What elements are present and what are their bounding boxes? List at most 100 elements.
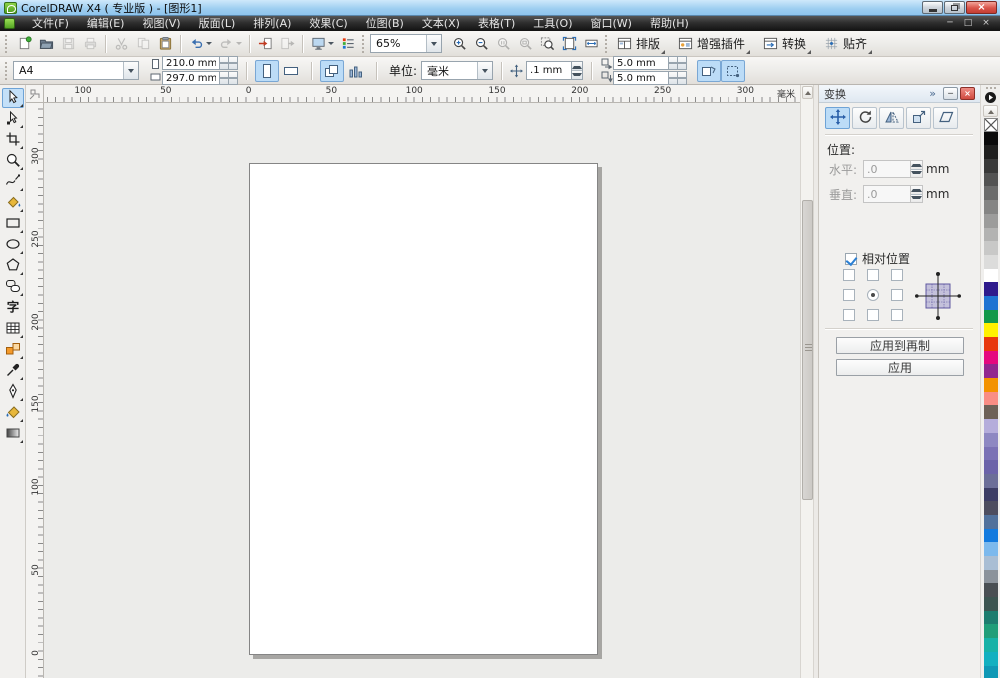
color-swatch[interactable] bbox=[984, 515, 998, 529]
color-swatch[interactable] bbox=[984, 666, 998, 678]
scale-mirror-transform-button[interactable] bbox=[879, 107, 904, 129]
polygon-tool[interactable] bbox=[2, 256, 24, 276]
nudge-offset-input[interactable] bbox=[526, 61, 572, 80]
crop-tool[interactable] bbox=[2, 130, 24, 150]
no-color-swatch[interactable] bbox=[984, 118, 998, 132]
pick-tool[interactable] bbox=[2, 88, 24, 108]
menu-item-0[interactable]: 文件(F) bbox=[23, 16, 78, 31]
table-tool[interactable] bbox=[2, 319, 24, 339]
zoom-selected-button[interactable] bbox=[536, 33, 558, 55]
welcome-screen-button[interactable] bbox=[337, 33, 359, 55]
vertical-ruler[interactable]: 300250200150100500 bbox=[26, 103, 44, 678]
color-swatch[interactable] bbox=[984, 228, 998, 242]
convert-button[interactable]: 转换 bbox=[759, 33, 812, 55]
app-launcher-dropdown-arrow[interactable] bbox=[328, 42, 334, 48]
position-transform-button[interactable] bbox=[825, 107, 850, 129]
snap-to-objects-button[interactable] bbox=[721, 60, 745, 82]
menu-item-9[interactable]: 工具(O) bbox=[524, 16, 581, 31]
menu-item-8[interactable]: 表格(T) bbox=[469, 16, 524, 31]
anchor-checkbox-1[interactable] bbox=[867, 269, 879, 281]
open-button[interactable] bbox=[35, 33, 57, 55]
color-swatch[interactable] bbox=[984, 351, 998, 365]
zoom-level-combo[interactable]: 65% bbox=[370, 34, 442, 53]
zoom-level-dropdown-button[interactable] bbox=[426, 35, 441, 52]
color-swatch[interactable] bbox=[984, 460, 998, 474]
paste-button[interactable] bbox=[154, 33, 176, 55]
horizontal-input[interactable] bbox=[863, 160, 911, 178]
color-swatch[interactable] bbox=[984, 488, 998, 502]
smart-fill-tool[interactable] bbox=[2, 193, 24, 213]
minimize-button[interactable] bbox=[922, 1, 943, 14]
docker-minimize-button[interactable]: ─ bbox=[943, 87, 958, 100]
color-swatch[interactable] bbox=[984, 556, 998, 570]
restore-button[interactable] bbox=[944, 1, 965, 14]
color-swatch[interactable] bbox=[984, 173, 998, 187]
rotate-transform-button[interactable] bbox=[852, 107, 877, 129]
color-swatch[interactable] bbox=[984, 145, 998, 159]
docker-collapse-chevron[interactable]: » bbox=[929, 87, 936, 100]
anchor-checkbox-3[interactable] bbox=[843, 289, 855, 301]
color-swatch[interactable] bbox=[984, 159, 998, 173]
blend-tool[interactable] bbox=[2, 340, 24, 360]
color-swatch[interactable] bbox=[984, 282, 998, 296]
color-swatch[interactable] bbox=[984, 447, 998, 461]
new-button[interactable] bbox=[13, 33, 35, 55]
color-swatch[interactable] bbox=[984, 296, 998, 310]
anchor-checkbox-7[interactable] bbox=[867, 309, 879, 321]
anchor-center-radio[interactable] bbox=[867, 289, 879, 301]
doc-minimize-button[interactable]: ─ bbox=[944, 17, 956, 30]
app-launcher-button[interactable] bbox=[307, 33, 337, 55]
zoom-out-button[interactable] bbox=[470, 33, 492, 55]
toolbar-grip[interactable] bbox=[362, 35, 367, 53]
anchor-checkbox-6[interactable] bbox=[843, 309, 855, 321]
paper-height-input[interactable] bbox=[162, 71, 220, 85]
color-swatch[interactable] bbox=[984, 200, 998, 214]
docker-close-button[interactable]: × bbox=[960, 87, 975, 100]
color-swatch[interactable] bbox=[984, 570, 998, 584]
anchor-checkbox-5[interactable] bbox=[891, 289, 903, 301]
undo-dropdown-arrow[interactable] bbox=[206, 42, 212, 48]
anchor-checkbox-8[interactable] bbox=[891, 309, 903, 321]
color-swatch[interactable] bbox=[984, 214, 998, 228]
duplicate-y-spinner[interactable] bbox=[669, 71, 687, 85]
color-swatch[interactable] bbox=[984, 529, 998, 543]
size-transform-button[interactable] bbox=[906, 107, 931, 129]
duplicate-x-spinner[interactable] bbox=[669, 56, 687, 70]
color-swatch[interactable] bbox=[984, 652, 998, 666]
landscape-button[interactable] bbox=[279, 60, 303, 82]
rectangle-tool[interactable] bbox=[2, 214, 24, 234]
eyedropper-tool[interactable] bbox=[2, 361, 24, 381]
menu-item-1[interactable]: 编辑(E) bbox=[78, 16, 134, 31]
color-swatch[interactable] bbox=[984, 310, 998, 324]
menu-item-6[interactable]: 位图(B) bbox=[357, 16, 413, 31]
treat-as-filled-button[interactable] bbox=[697, 60, 721, 82]
fill-tool[interactable] bbox=[2, 403, 24, 423]
color-swatch[interactable] bbox=[984, 611, 998, 625]
paper-preset-combo[interactable]: A4 bbox=[13, 61, 139, 80]
close-button[interactable]: × bbox=[966, 1, 997, 14]
basic-shapes-tool[interactable] bbox=[2, 277, 24, 297]
skew-transform-button[interactable] bbox=[933, 107, 958, 129]
layout-button[interactable]: 排版 bbox=[613, 33, 666, 55]
zoom-width-button[interactable] bbox=[580, 33, 602, 55]
paper-height-spinner[interactable] bbox=[220, 71, 238, 85]
ruler-origin-button[interactable] bbox=[26, 85, 44, 103]
horizontal-spinner[interactable] bbox=[911, 160, 923, 178]
apply-to-duplicate-button[interactable]: 应用到再制 bbox=[836, 337, 964, 354]
color-swatch[interactable] bbox=[984, 405, 998, 419]
menu-item-11[interactable]: 帮助(H) bbox=[641, 16, 698, 31]
vertical-spinner[interactable] bbox=[911, 185, 923, 203]
menu-item-10[interactable]: 窗口(W) bbox=[582, 16, 641, 31]
color-swatch[interactable] bbox=[984, 638, 998, 652]
zoom-tool[interactable] bbox=[2, 151, 24, 171]
paper-width-input[interactable] bbox=[162, 56, 220, 70]
color-swatch[interactable] bbox=[984, 501, 998, 515]
palette-grip[interactable] bbox=[986, 87, 996, 90]
page[interactable] bbox=[249, 163, 598, 655]
ellipse-tool[interactable] bbox=[2, 235, 24, 255]
horizontal-ruler[interactable]: 毫米 10050050100150200250300 bbox=[44, 85, 800, 103]
color-swatch[interactable] bbox=[984, 392, 998, 406]
color-swatch[interactable] bbox=[984, 583, 998, 597]
all-pages-button[interactable] bbox=[320, 60, 344, 82]
color-swatch[interactable] bbox=[984, 337, 998, 351]
